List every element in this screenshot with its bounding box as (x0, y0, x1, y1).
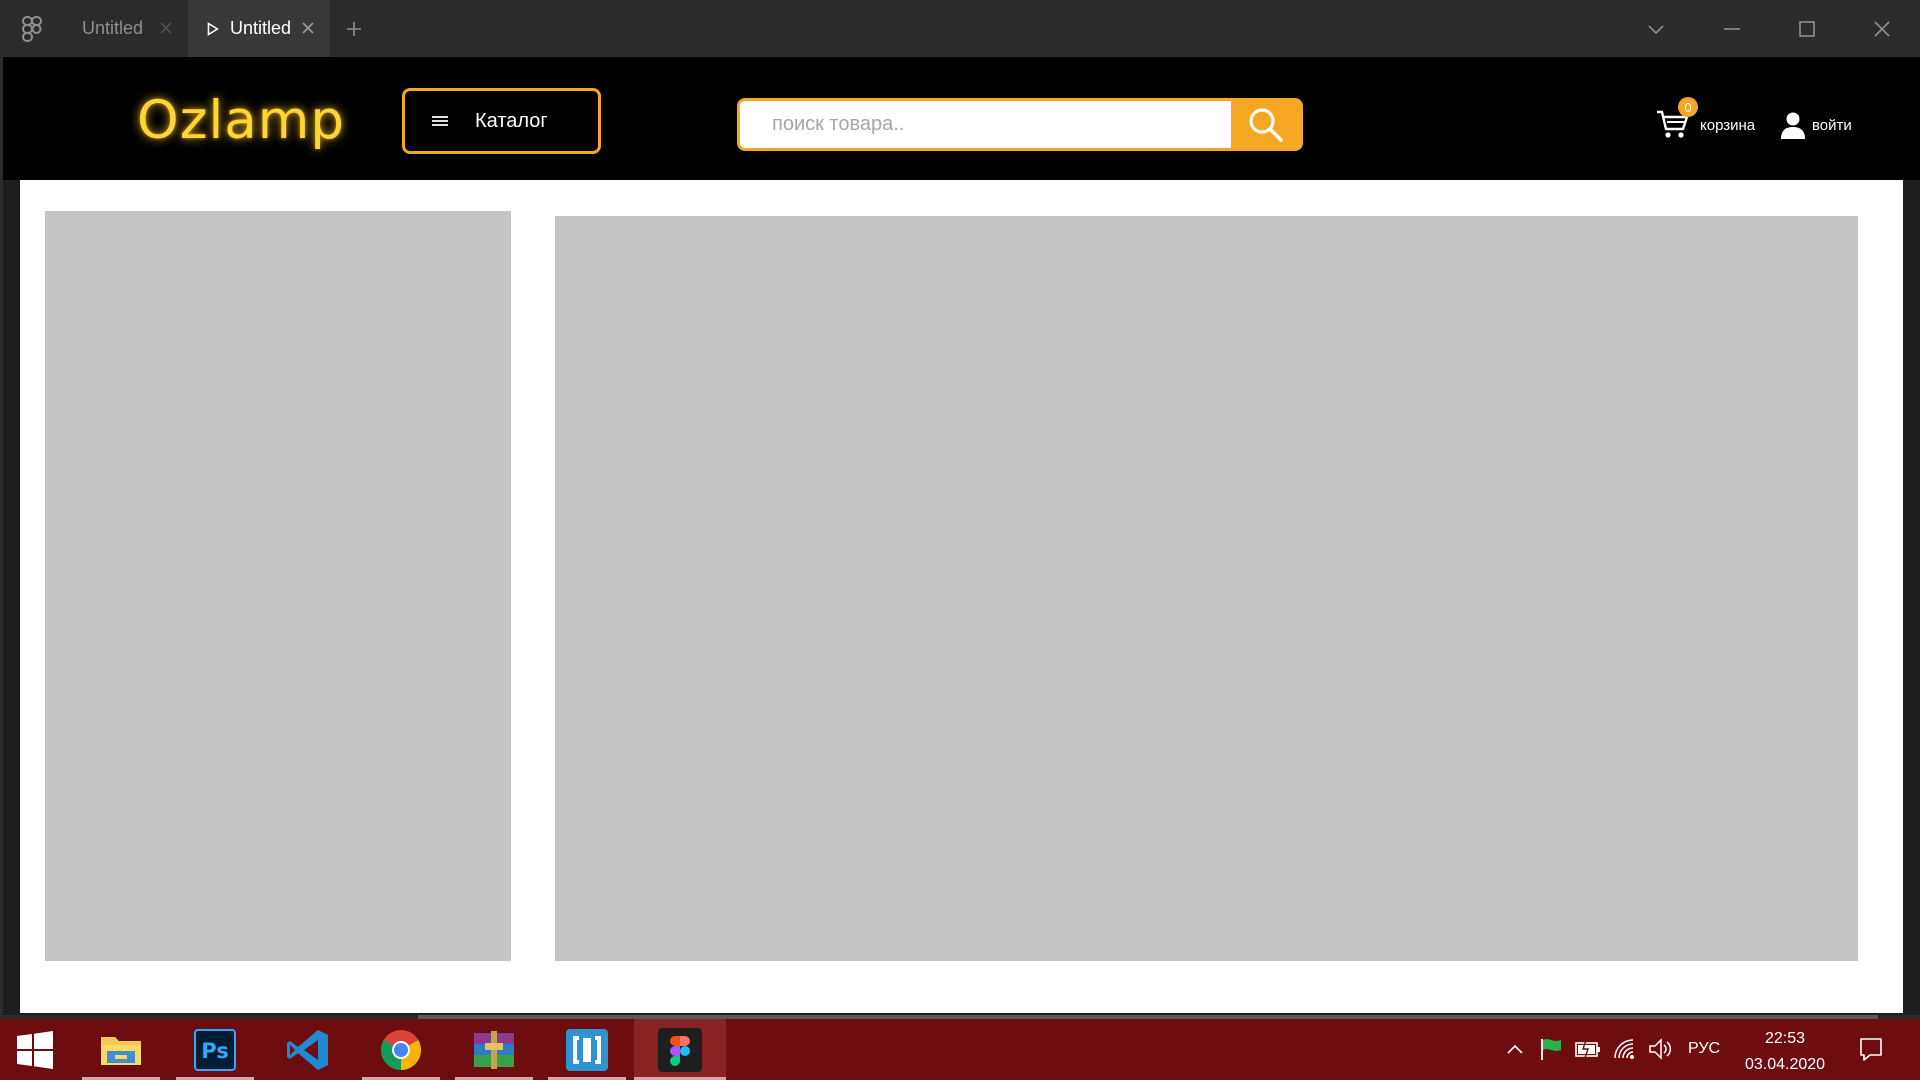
start-button[interactable] (0, 1019, 70, 1080)
search-bar (737, 98, 1303, 151)
chrome-icon (381, 1029, 421, 1070)
app-titlebar: Untitled Untitled (0, 0, 1920, 57)
wifi-icon[interactable] (1612, 1037, 1638, 1061)
volume-icon[interactable] (1648, 1037, 1674, 1061)
input-language[interactable]: РУС (1688, 1040, 1720, 1058)
taskbar-app-file-explorer[interactable] (82, 1019, 160, 1080)
chevron-down-icon[interactable] (1643, 16, 1669, 42)
winrar-icon (474, 1030, 514, 1069)
figma-menu-icon[interactable] (20, 16, 44, 42)
tab-untitled-1[interactable]: Untitled (58, 0, 188, 57)
menu-icon (432, 116, 448, 126)
battery-icon[interactable] (1574, 1038, 1602, 1060)
site-logo[interactable]: Ozlamp (137, 90, 345, 151)
clock-date: 03.04.2020 (1744, 1056, 1826, 1073)
taskbar-app-winrar[interactable] (455, 1019, 533, 1080)
sidebar-placeholder (45, 211, 511, 961)
cart-count-badge: 0 (1678, 97, 1698, 117)
windows-start-icon (17, 1030, 53, 1069)
flag-icon[interactable] (1539, 1037, 1565, 1061)
catalog-label: Каталог (475, 109, 548, 132)
figma-icon (658, 1027, 702, 1072)
catalog-button[interactable]: Каталог (402, 88, 601, 154)
vscode-icon (287, 1029, 328, 1070)
photoshop-icon: Ps (194, 1028, 236, 1071)
show-hidden-icons-icon[interactable] (1504, 1038, 1526, 1060)
notifications-icon[interactable] (1858, 1036, 1884, 1062)
taskbar-app-figma[interactable] (634, 1019, 726, 1080)
add-tab-icon[interactable] (344, 19, 364, 39)
taskbar-app-photoshop[interactable]: Ps (176, 1019, 254, 1080)
play-icon (207, 21, 219, 36)
clock-time: 22:53 (1764, 1030, 1806, 1047)
taskbar-app-vs-code[interactable] (269, 1019, 347, 1080)
cart-label: корзина (1700, 117, 1756, 134)
login-link[interactable]: войти (1780, 110, 1852, 140)
taskbar-app-brackets[interactable] (548, 1019, 626, 1080)
tab-label: Untitled (82, 18, 144, 38)
user-icon (1781, 112, 1805, 139)
search-icon (1248, 107, 1283, 142)
close-icon[interactable] (300, 20, 316, 36)
login-label: войти (1812, 116, 1852, 134)
tab-untitled-2[interactable]: Untitled (188, 0, 330, 57)
system-clock[interactable]: 22:53 03.04.2020 (1736, 1026, 1834, 1078)
brackets-icon (566, 1028, 608, 1071)
search-input[interactable] (740, 101, 1234, 148)
folder-icon (101, 1036, 141, 1065)
close-window-icon[interactable] (1869, 16, 1895, 42)
taskbar-app-chrome[interactable] (362, 1019, 440, 1080)
tab-label: Untitled (230, 18, 292, 38)
close-icon[interactable] (158, 20, 174, 36)
maximize-icon[interactable] (1794, 16, 1820, 42)
minimize-icon[interactable] (1719, 16, 1745, 42)
banner-placeholder (555, 216, 1858, 961)
svg-text:Ps: Ps (201, 1039, 229, 1063)
cart-link[interactable]: 0 корзина (1656, 97, 1766, 144)
search-button[interactable] (1231, 101, 1300, 148)
